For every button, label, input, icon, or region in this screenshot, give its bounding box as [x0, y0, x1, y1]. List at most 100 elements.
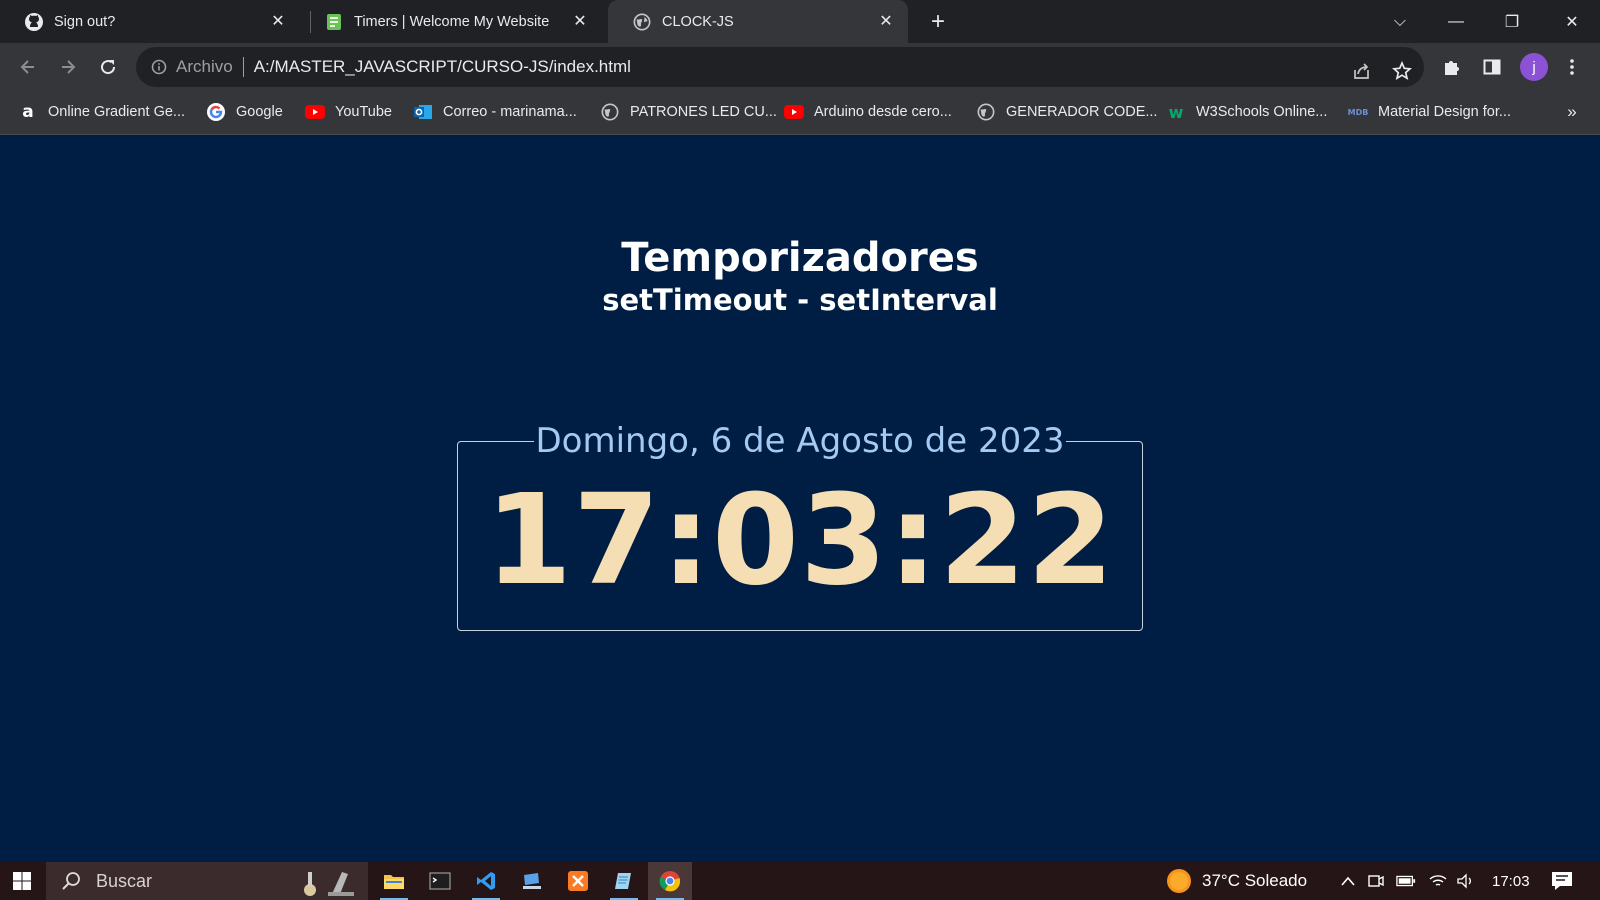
w3schools-icon: w — [1168, 102, 1184, 122]
taskbar-vscode[interactable] — [464, 862, 508, 900]
globe-icon — [600, 102, 620, 122]
start-button[interactable] — [0, 862, 44, 900]
bookmark-label: Correo - marinama... — [443, 104, 577, 120]
tab-close-icon[interactable]: ✕ — [268, 11, 288, 31]
vscode-icon — [477, 872, 495, 890]
share-icon — [1354, 63, 1369, 79]
mdb-icon: MDB — [1347, 107, 1369, 117]
browser-toolbar: Archivo A:/MASTER_JAVASCRIPT/CURSO-JS/in… — [0, 43, 1600, 90]
tab-sign-out[interactable]: Sign out? ✕ — [0, 0, 300, 43]
taskbar-search[interactable]: Buscar — [46, 862, 368, 900]
bookmark-label: Arduino desde cero... — [814, 104, 952, 120]
address-bar[interactable]: Archivo A:/MASTER_JAVASCRIPT/CURSO-JS/in… — [136, 47, 1424, 87]
back-button[interactable] — [12, 51, 44, 83]
folder-icon — [384, 875, 404, 889]
bookmark-youtube[interactable]: YouTube — [305, 100, 392, 124]
restore-button[interactable]: ❐ — [1484, 0, 1540, 43]
clock-text: 17:03 — [1492, 872, 1530, 890]
book-icon — [324, 12, 344, 32]
letter-a-icon: a — [22, 102, 34, 122]
tab-clock-js[interactable]: CLOCK-JS ✕ — [608, 0, 908, 43]
battery-icon[interactable] — [1396, 871, 1416, 891]
google-icon — [206, 102, 226, 122]
clock-time: 17:03:22 — [485, 468, 1115, 613]
tab-title: Timers | Welcome My Website — [354, 13, 550, 30]
taskbar-chrome[interactable] — [648, 862, 692, 900]
notepad-icon — [615, 873, 631, 889]
search-highlight-science-icon — [304, 872, 354, 896]
divider — [242, 57, 244, 77]
kebab-menu-icon — [1570, 59, 1574, 75]
bookmark-arduino[interactable]: Arduino desde cero... — [784, 100, 952, 124]
bookmark-generador-code[interactable]: GENERADOR CODE... — [976, 100, 1157, 124]
outlook-icon — [413, 102, 433, 122]
page-title: Temporizadores — [621, 235, 979, 281]
page-content: Temporizadores setTimeout - setInterval … — [0, 135, 1600, 862]
windows-taskbar: Buscar 37°C Soleado 17:03 — [0, 862, 1600, 900]
date-legend: Domingo, 6 de Agosto de 2023 — [0, 421, 1600, 461]
scheme-label: Archivo — [176, 57, 233, 76]
reload-icon — [101, 60, 116, 75]
taskbar-clock[interactable]: 17:03 — [1492, 862, 1530, 900]
search-icon — [62, 872, 80, 890]
tab-close-icon[interactable]: ✕ — [570, 11, 590, 31]
taskbar-file-explorer[interactable] — [372, 862, 416, 900]
camera-icon[interactable] — [1366, 871, 1386, 891]
new-tab-button[interactable]: + — [924, 8, 952, 36]
volume-icon[interactable] — [1456, 871, 1476, 891]
notifications-icon[interactable] — [1550, 870, 1574, 892]
bookmark-star-button[interactable] — [1386, 55, 1418, 87]
share-button[interactable] — [1346, 55, 1378, 87]
bookmark-patrones-led[interactable]: PATRONES LED CU... — [600, 100, 777, 124]
youtube-icon — [305, 102, 325, 122]
taskbar-notepad[interactable] — [602, 862, 646, 900]
tab-title: CLOCK-JS — [662, 13, 734, 30]
weather-text: 37°C Soleado — [1202, 871, 1308, 890]
weather-widget[interactable]: 37°C Soleado — [1166, 862, 1307, 900]
menu-button[interactable] — [1556, 51, 1588, 83]
sun-icon — [1167, 869, 1191, 893]
bookmark-label: Online Gradient Ge... — [48, 104, 186, 120]
bookmark-online-gradient[interactable]: a Online Gradient Ge... — [18, 100, 185, 124]
info-icon[interactable] — [150, 58, 168, 76]
taskbar-terminal[interactable] — [418, 862, 462, 900]
extensions-button[interactable] — [1436, 51, 1468, 83]
taskbar-xampp[interactable] — [556, 862, 600, 900]
terminal-icon — [429, 872, 451, 890]
chrome-icon — [659, 871, 681, 892]
tray-chevron-up-icon[interactable] — [1338, 871, 1358, 891]
minimize-button[interactable]: — — [1428, 0, 1484, 43]
bookmark-label: PATRONES LED CU... — [630, 104, 777, 120]
profile-avatar[interactable]: j — [1520, 53, 1548, 81]
reload-button[interactable] — [92, 51, 124, 83]
taskbar-app-blue[interactable] — [510, 862, 554, 900]
tab-timers[interactable]: Timers | Welcome My Website ✕ — [300, 0, 602, 43]
wifi-icon[interactable] — [1428, 871, 1448, 891]
globe-icon — [976, 102, 996, 122]
bookmarks-overflow-button[interactable]: » — [1560, 100, 1584, 124]
windows-logo-icon — [13, 872, 31, 890]
star-icon — [1392, 61, 1412, 80]
close-window-button[interactable]: ✕ — [1544, 0, 1600, 43]
forward-button[interactable] — [52, 51, 84, 83]
arrow-left-icon — [20, 60, 34, 74]
tab-search-button[interactable]: ⌵ — [1372, 0, 1428, 43]
github-icon — [24, 12, 44, 32]
page-subtitle: setTimeout - setInterval — [602, 283, 998, 317]
youtube-icon — [784, 102, 804, 122]
arrow-right-icon — [62, 60, 76, 74]
bookmark-material-design[interactable]: MDB Material Design for... — [1348, 100, 1511, 124]
bookmark-google[interactable]: Google — [206, 100, 283, 124]
puzzle-icon — [1445, 61, 1459, 75]
bookmark-correo[interactable]: Correo - marinama... — [413, 100, 577, 124]
bookmark-label: Google — [236, 104, 283, 120]
side-panel-button[interactable] — [1476, 51, 1508, 83]
side-panel-icon — [1483, 59, 1501, 75]
url-text[interactable]: A:/MASTER_JAVASCRIPT/CURSO-JS/index.html — [254, 57, 631, 77]
tab-close-icon[interactable]: ✕ — [876, 11, 896, 31]
tab-title: Sign out? — [54, 13, 116, 30]
app-icon — [523, 873, 541, 889]
bookmark-label: GENERADOR CODE... — [1006, 104, 1158, 120]
date-text: Domingo, 6 de Agosto de 2023 — [533, 421, 1067, 461]
bookmark-w3schools[interactable]: w W3Schools Online... — [1166, 100, 1328, 124]
